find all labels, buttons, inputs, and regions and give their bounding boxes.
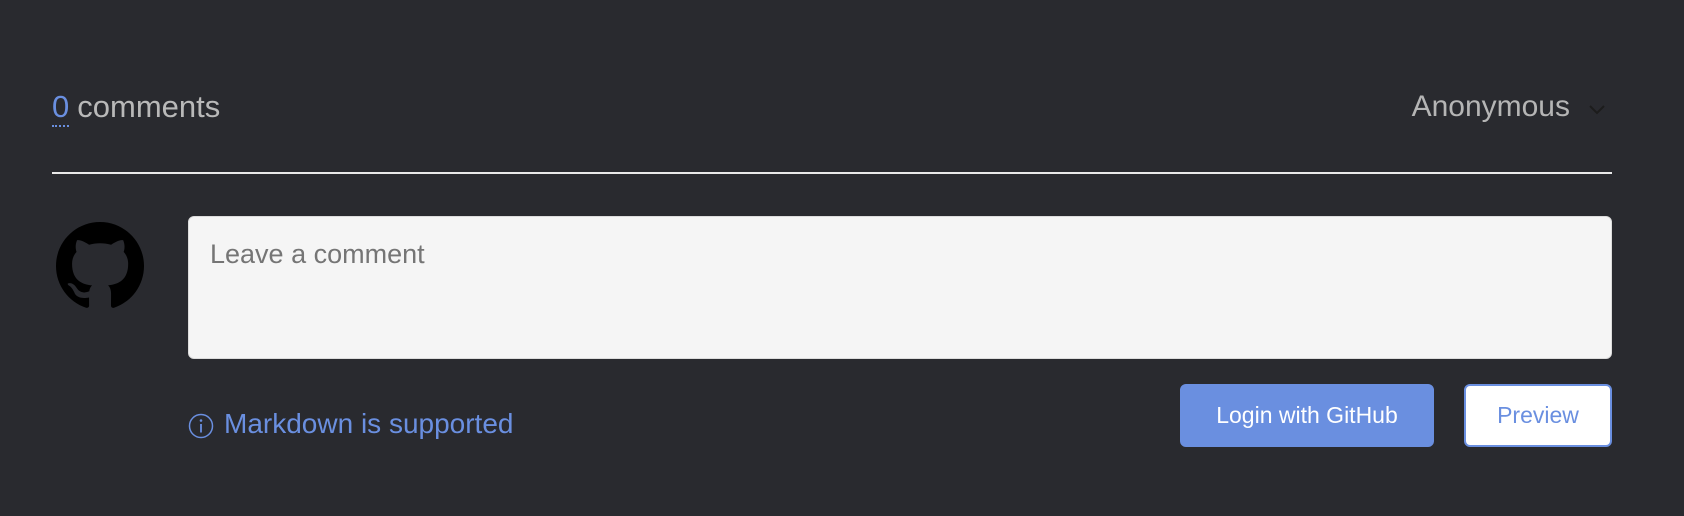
info-icon — [188, 413, 214, 438]
markdown-supported-link[interactable]: Markdown is supported — [188, 408, 513, 440]
login-with-github-button[interactable]: Login with GitHub — [1180, 384, 1434, 447]
header-divider — [52, 172, 1612, 174]
comment-count-heading: 0 comments — [52, 84, 220, 130]
github-icon — [56, 222, 144, 308]
comment-input[interactable] — [188, 216, 1612, 359]
comment-count-label: comments — [77, 89, 221, 124]
chevron-down-icon — [1589, 105, 1605, 115]
markdown-supported-label: Markdown is supported — [224, 408, 514, 439]
comment-count-number[interactable]: 0 — [52, 89, 70, 127]
user-selector-value: Anonymous — [1411, 90, 1570, 123]
preview-button[interactable]: Preview — [1464, 384, 1612, 447]
user-selector[interactable]: Anonymous — [1412, 84, 1612, 130]
comments-header: 0 comments Anonymous — [52, 84, 1612, 130]
